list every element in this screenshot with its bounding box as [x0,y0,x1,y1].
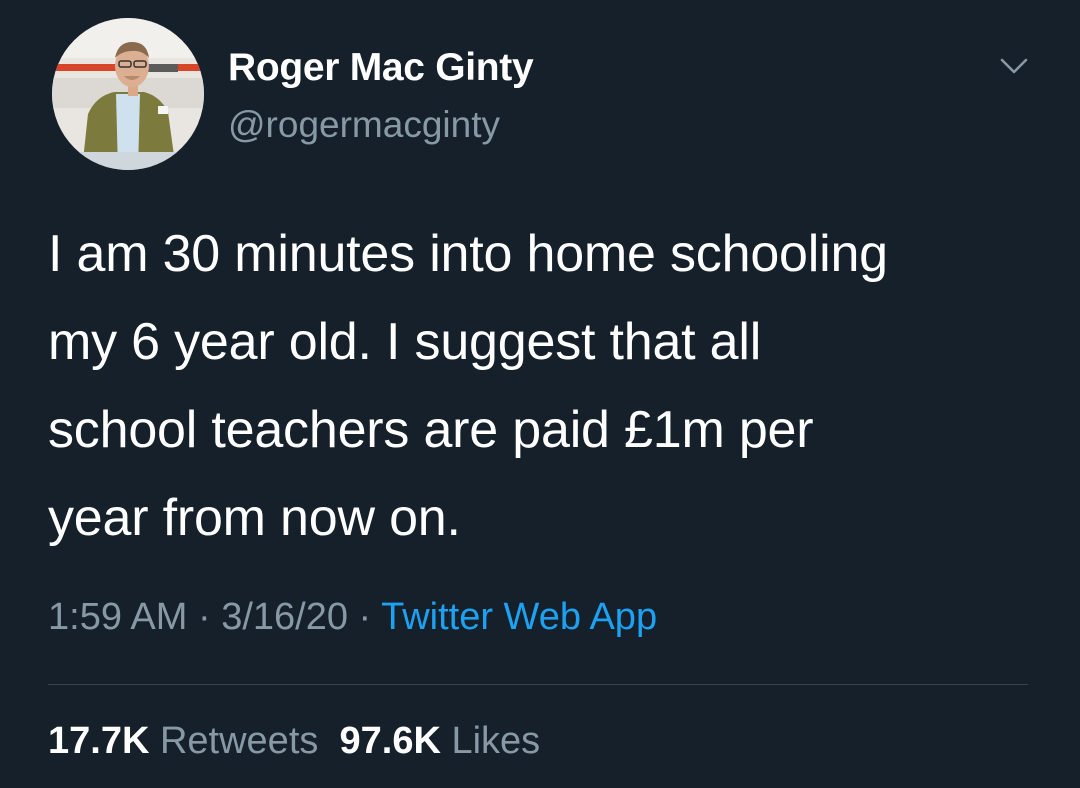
tweet-text-line: my 6 year old. I suggest that all [48,313,762,371]
tweet-card: Roger Mac Ginty @rogermacginty I am 30 m… [0,0,1080,788]
tweet-text-line: I am 30 minutes into home schooling [48,225,888,283]
divider [48,684,1028,685]
tweet-date[interactable]: 3/16/20 [221,596,348,638]
meta-separator: · [187,596,222,638]
retweets-count: 17.7K [48,720,150,762]
tweet-text: I am 30 minutes into home schooling my 6… [48,210,1038,562]
tweet-source-link[interactable]: Twitter Web App [381,596,657,638]
likes-count: 97.6K [339,720,441,762]
likes-stat[interactable]: 97.6K Likes [340,720,541,762]
likes-label: Likes [451,720,541,762]
chevron-down-icon[interactable] [996,52,1032,80]
user-handle[interactable]: @rogermacginty [228,104,500,146]
avatar[interactable] [52,18,204,170]
tweet-stats: 17.7K Retweets 97.6K Likes [48,720,540,763]
retweets-stat[interactable]: 17.7K Retweets [48,720,318,762]
tweet-text-line: school teachers are paid £1m per [48,401,814,459]
meta-separator: · [348,596,382,638]
display-name[interactable]: Roger Mac Ginty [228,46,534,90]
tweet-text-line: year from now on. [48,489,461,547]
tweet-time[interactable]: 1:59 AM [48,596,187,638]
tweet-meta: 1:59 AM · 3/16/20 · Twitter Web App [48,596,657,639]
retweets-label: Retweets [159,720,319,762]
profile-photo [52,18,204,170]
